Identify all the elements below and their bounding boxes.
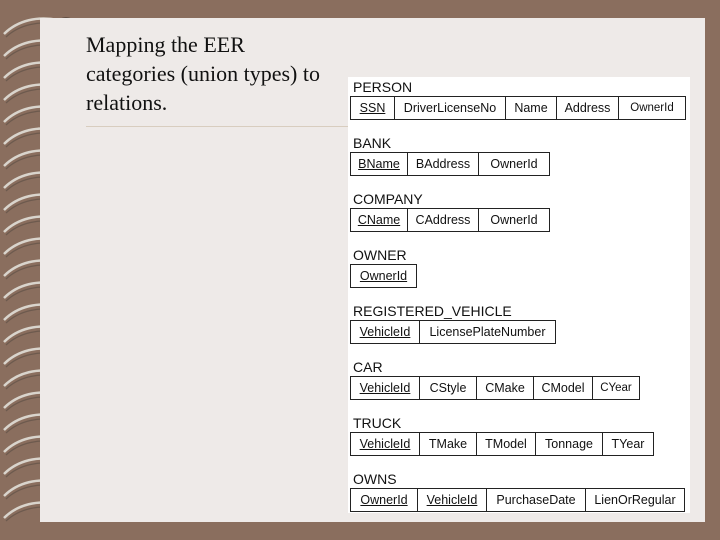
title-divider [86,126,348,127]
attribute-cell: OwnerId [478,208,550,232]
relation-name: OWNER [353,247,407,263]
relation-name: TRUCK [353,415,402,431]
attribute-cell: Tonnage [535,432,603,456]
attribute-cell: OwnerId [618,96,686,120]
attribute-cell: CModel [533,376,593,400]
attribute-cell: CYear [592,376,640,400]
relation-name: PERSON [353,79,413,95]
attribute-cell: LienOrRegular [585,488,685,512]
attribute-cell: DriverLicenseNo [394,96,506,120]
attribute-row: BName BAddress OwnerId [350,152,550,176]
attribute-cell: Name [505,96,557,120]
relation-name: COMPANY [353,191,423,207]
attribute-cell: VehicleId [350,376,420,400]
attribute-cell: CMake [476,376,534,400]
attribute-cell: VehicleId [350,320,420,344]
attribute-cell: OwnerId [350,488,418,512]
relational-schema: PERSON SSN DriverLicenseNo Name Address … [348,77,690,513]
attribute-cell: VehicleId [417,488,487,512]
attribute-cell: OwnerId [350,264,417,288]
attribute-cell: CStyle [419,376,477,400]
relation-name: OWNS [353,471,397,487]
attribute-row: VehicleId TMake TModel Tonnage TYear [350,432,654,456]
attribute-cell: LicensePlateNumber [419,320,556,344]
attribute-cell: VehicleId [350,432,420,456]
attribute-cell: TMake [419,432,477,456]
attribute-cell: CName [350,208,408,232]
attribute-cell: PurchaseDate [486,488,586,512]
attribute-cell: BName [350,152,408,176]
attribute-cell: BAddress [407,152,479,176]
relation-name: REGISTERED_VEHICLE [353,303,512,319]
relation-name: CAR [353,359,383,375]
slide-title: Mapping the EER categories (union types)… [86,32,320,115]
relation-name: BANK [353,135,392,151]
attribute-cell: SSN [350,96,395,120]
attribute-row: CName CAddress OwnerId [350,208,550,232]
attribute-row: VehicleId CStyle CMake CModel CYear [350,376,640,400]
attribute-cell: CAddress [407,208,479,232]
attribute-row: SSN DriverLicenseNo Name Address OwnerId [350,96,686,120]
attribute-row: OwnerId VehicleId PurchaseDate LienOrReg… [350,488,685,512]
attribute-cell: TModel [476,432,536,456]
attribute-row: VehicleId LicensePlateNumber [350,320,556,344]
attribute-cell: TYear [602,432,654,456]
attribute-cell: OwnerId [478,152,550,176]
attribute-cell: Address [556,96,619,120]
attribute-row: OwnerId [350,264,417,288]
